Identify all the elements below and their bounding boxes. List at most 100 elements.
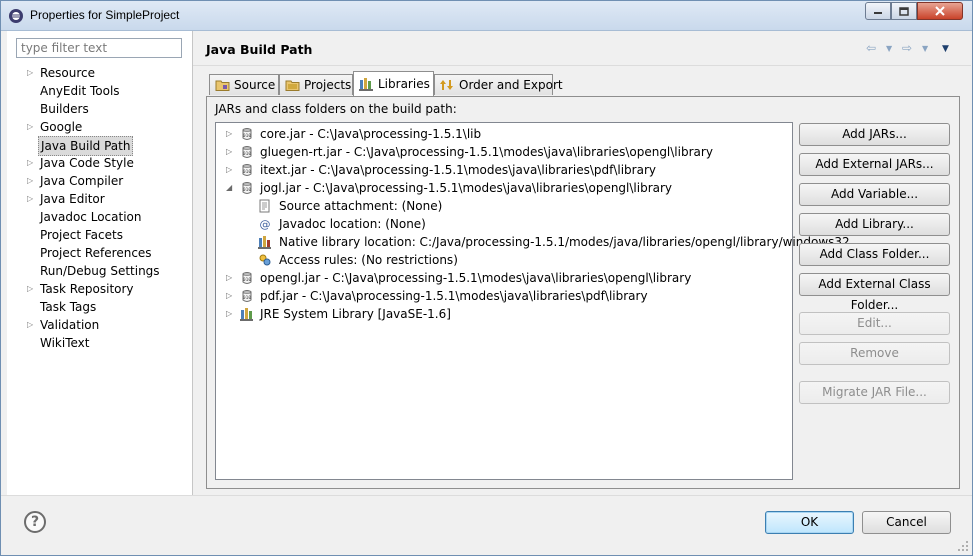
nav-item[interactable]: ▷ Validation [7, 316, 193, 334]
history-navigation: ⇦ ▼ ⇨ ▼ ▼ [866, 41, 956, 57]
expand-arrow-icon[interactable]: ▷ [226, 269, 234, 287]
expand-arrow-icon[interactable]: ▷ [27, 118, 35, 136]
library-entry-label: Access rules: (No restrictions) [279, 253, 458, 267]
nav-item-label: AnyEdit Tools [40, 84, 120, 98]
nav-item-label: Java Build Path [38, 136, 134, 156]
library-entry[interactable]: ▷ 010 gluegen-rt.jar - C:\Java\processing-… [216, 143, 792, 161]
expand-arrow-icon[interactable]: ▷ [226, 161, 234, 179]
library-entry[interactable]: ▷ 010 itext.jar - C:\Java\processing-1.5.1… [216, 161, 792, 179]
expand-arrow-icon[interactable]: ▷ [27, 190, 35, 208]
library-entry[interactable]: ▷ 010 opengl.jar - C:\Java\processing-1.5.… [216, 269, 792, 287]
migrate-jar-file-button[interactable]: Migrate JAR File... [799, 381, 950, 404]
nav-item[interactable]: Run/Debug Settings [7, 262, 193, 280]
expand-arrow-icon[interactable]: ▷ [226, 287, 234, 305]
nav-item[interactable]: Project References [7, 244, 193, 262]
remove-button[interactable]: Remove [799, 342, 950, 365]
jar-icon: 010 [242, 146, 252, 158]
tab-source-label: Source [234, 78, 276, 92]
add-jars-button[interactable]: Add JARs... [799, 123, 950, 146]
library-entry[interactable]: Source attachment: (None) [216, 197, 792, 215]
expand-arrow-icon[interactable]: ▷ [27, 64, 35, 82]
library-entry[interactable]: ▷ JRE System Library [JavaSE-1.6] [216, 305, 792, 323]
nav-item[interactable]: ▷ Task Repository [7, 280, 193, 298]
add-library-button[interactable]: Add Library... [799, 213, 950, 236]
expand-arrow-icon[interactable]: ▷ [226, 125, 234, 143]
footer-separator [1, 495, 972, 496]
tab-order-export-label: Order and Export [459, 78, 563, 92]
expand-arrow-icon[interactable]: ▷ [27, 172, 35, 190]
library-entry-label: opengl.jar - C:\Java\processing-1.5.1\mo… [260, 271, 692, 285]
nav-item-label: Java Compiler [40, 174, 124, 188]
library-entry[interactable]: @ Javadoc location: (None) [216, 215, 792, 233]
tab-source[interactable]: Source [209, 74, 279, 95]
tab-order-export[interactable]: Order and Export [434, 74, 563, 95]
view-menu-icon[interactable]: ▼ [942, 44, 949, 54]
access-rules-icon [259, 254, 271, 266]
title-bar: Properties for SimpleProject [1, 1, 972, 31]
library-tree[interactable]: ▷ 010 core.jar - C:\Java\processing-1.5.1\… [215, 122, 850, 480]
nav-item[interactable]: Java Build Path [7, 136, 193, 156]
tab-libraries[interactable]: Libraries [353, 71, 434, 96]
nav-item[interactable]: ▷ Java Editor [7, 190, 193, 208]
eclipse-app-icon [9, 9, 23, 23]
nav-item[interactable]: WikiText [7, 334, 193, 352]
nav-item-label: WikiText [40, 336, 90, 350]
ok-button[interactable]: OK [765, 511, 854, 534]
add-external-jars-button[interactable]: Add External JARs... [799, 153, 950, 176]
jar-icon: 010 [242, 164, 252, 176]
svg-text:010: 010 [243, 295, 251, 301]
nav-item[interactable]: Task Tags [7, 298, 193, 316]
library-entry[interactable]: ▷ 010 pdf.jar - C:\Java\processing-1.5.1\m… [216, 287, 792, 305]
add-variable-button[interactable]: Add Variable... [799, 183, 950, 206]
nav-item[interactable]: AnyEdit Tools [7, 82, 193, 100]
jar-icon: 010 [242, 290, 252, 302]
expand-arrow-icon[interactable]: ▷ [27, 154, 35, 172]
nav-item[interactable]: ▷ Google [7, 118, 193, 136]
order-export-icon [440, 80, 453, 90]
forward-dropdown-icon[interactable]: ▼ [922, 44, 928, 53]
page-title: Java Build Path [206, 42, 313, 57]
header-separator [193, 65, 971, 66]
svg-text:010: 010 [243, 277, 251, 283]
tab-projects[interactable]: Projects [279, 74, 353, 95]
nav-item-label: Javadoc Location [40, 210, 142, 224]
expand-arrow-icon[interactable]: ▷ [226, 143, 234, 161]
library-entry-label: Javadoc location: (None) [279, 217, 426, 231]
add-class-folder-button[interactable]: Add Class Folder... [799, 243, 950, 266]
cancel-button[interactable]: Cancel [862, 511, 951, 534]
library-entry-label: Source attachment: (None) [279, 199, 443, 213]
filter-input[interactable] [16, 38, 182, 58]
library-entry[interactable]: ▷ 010 core.jar - C:\Java\processing-1.5.1\… [216, 125, 792, 143]
nav-item[interactable]: ▷ Java Code Style [7, 154, 193, 172]
forward-arrow-icon[interactable]: ⇨ [902, 41, 912, 55]
library-entry[interactable]: Native library location: C:/Java/process… [216, 233, 850, 251]
library-entry[interactable]: Access rules: (No restrictions) [216, 251, 792, 269]
close-button[interactable] [917, 2, 963, 20]
nav-item[interactable]: Project Facets [7, 226, 193, 244]
expand-arrow-icon[interactable]: ▷ [27, 280, 35, 298]
back-dropdown-icon[interactable]: ▼ [886, 44, 892, 53]
tab-projects-label: Projects [304, 78, 352, 92]
collapse-arrow-icon[interactable]: ◢ [226, 179, 234, 197]
nav-item-label: Project Facets [40, 228, 123, 242]
expand-arrow-icon[interactable]: ▷ [226, 305, 234, 323]
nav-item[interactable]: Javadoc Location [7, 208, 193, 226]
back-arrow-icon[interactable]: ⇦ [866, 41, 876, 55]
library-entry-label: pdf.jar - C:\Java\processing-1.5.1\modes… [260, 289, 648, 303]
edit-button[interactable]: Edit... [799, 312, 950, 335]
nav-item[interactable]: ▷ Resource [7, 64, 193, 82]
svg-text:010: 010 [243, 133, 251, 139]
nav-item[interactable]: Builders [7, 100, 193, 118]
help-icon[interactable]: ? [24, 511, 46, 533]
maximize-button[interactable] [891, 2, 917, 20]
resize-grip-icon[interactable] [957, 540, 969, 552]
expand-arrow-icon[interactable]: ▷ [27, 316, 35, 334]
nav-item-label: Builders [40, 102, 89, 116]
nav-item-label: Java Editor [40, 192, 105, 206]
add-external-class-folder-button[interactable]: Add External Class Folder... [799, 273, 950, 312]
minimize-button[interactable] [865, 2, 891, 20]
nav-item-label: Validation [40, 318, 100, 332]
close-icon [935, 6, 945, 16]
library-entry[interactable]: ◢ 010 jogl.jar - C:\Java\processing-1.5.1\… [216, 179, 792, 197]
nav-item[interactable]: ▷ Java Compiler [7, 172, 193, 190]
